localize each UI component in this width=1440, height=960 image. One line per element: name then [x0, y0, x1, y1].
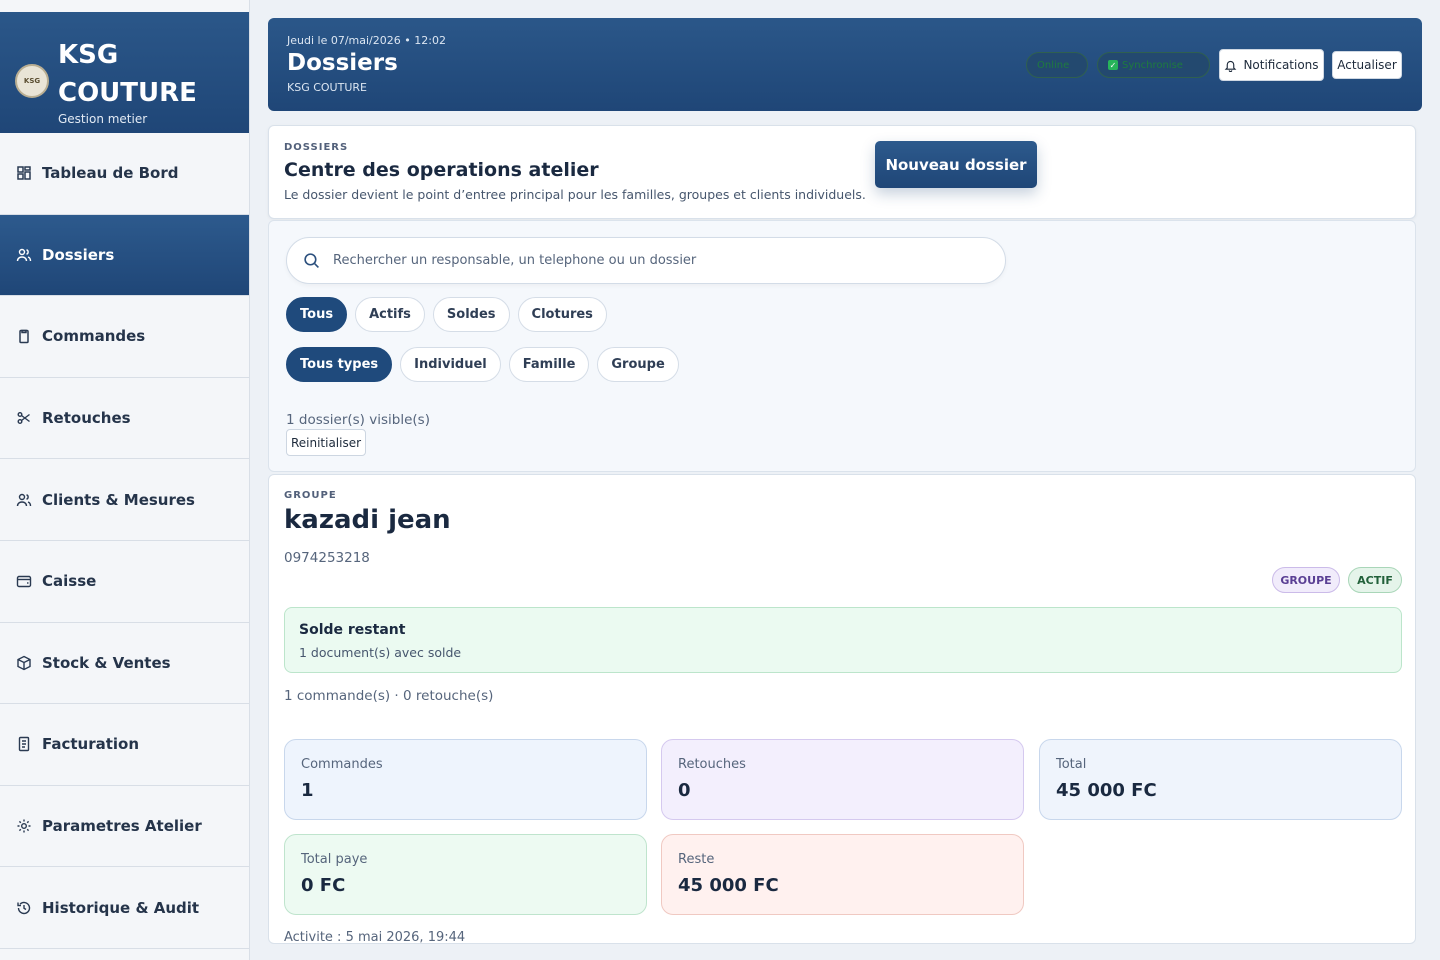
brand-subtitle: Gestion metier	[58, 112, 148, 126]
sidebar-item-label: Clients & Mesures	[42, 490, 195, 509]
stat-retouches: Retouches 0	[661, 739, 1024, 820]
stat-value: 45 000 FC	[1056, 780, 1157, 801]
chip-tous-types[interactable]: Tous types	[286, 347, 393, 382]
status-badge: ACTIF	[1348, 567, 1402, 593]
sidebar-item-commandes[interactable]: Commandes	[0, 296, 249, 378]
clipboard-icon	[16, 328, 32, 344]
sidebar-item-stock-ventes[interactable]: Stock & Ventes	[0, 623, 249, 705]
sidebar-item-label: Facturation	[42, 735, 140, 754]
sidebar-item-parametres-atelier[interactable]: Parametres Atelier	[0, 786, 249, 868]
refresh-button[interactable]: Actualiser	[1332, 51, 1402, 79]
status-filter-chips: Tous Actifs Soldes Clotures	[286, 297, 607, 332]
brand-logo-text: KSG	[23, 77, 41, 85]
chip-soldes[interactable]: Soldes	[432, 297, 510, 332]
chip-actifs[interactable]: Actifs	[355, 297, 425, 332]
stat-value: 45 000 FC	[678, 875, 779, 896]
sidebar-item-label: Dossiers	[42, 245, 115, 264]
type-filter-chips: Tous types Individuel Famille Groupe	[286, 347, 679, 382]
scissors-icon	[16, 410, 32, 426]
brand-panel: KSG KSG COUTURE Gestion metier	[0, 12, 249, 133]
users-icon	[16, 247, 32, 263]
search-box	[286, 237, 1006, 284]
chip-groupe[interactable]: Groupe	[597, 347, 679, 382]
dossier-name: kazadi jean	[284, 505, 451, 535]
bell-icon	[1225, 60, 1237, 72]
stat-reste: Reste 45 000 FC	[661, 834, 1024, 915]
stat-label: Total paye	[301, 852, 368, 867]
chip-famille[interactable]: Famille	[508, 347, 590, 382]
check-icon: ✓	[1108, 60, 1118, 70]
type-badge: GROUPE	[1272, 567, 1340, 593]
stat-commandes: Commandes 1	[284, 739, 647, 820]
dossier-card[interactable]: GROUPE kazadi jean 0974253218 GROUPE ACT…	[268, 474, 1416, 944]
section-kicker: DOSSIERS	[284, 142, 349, 153]
sidebar-item-label: Caisse	[42, 572, 97, 591]
online-status-label: Online	[1037, 59, 1070, 71]
stat-label: Retouches	[678, 757, 746, 772]
sidebar: KSG KSG COUTURE Gestion metier Tableau d…	[0, 0, 250, 960]
section-description: Le dossier devient le point d’entree pri…	[284, 187, 866, 202]
sidebar-item-tableau-de-bord[interactable]: Tableau de Bord	[0, 133, 249, 215]
sync-status-label: Synchronise	[1122, 59, 1183, 71]
search-input[interactable]	[333, 253, 983, 268]
page-header: Jeudi le 07/mai/2026 • 12:02 Dossiers KS…	[268, 18, 1422, 111]
stat-total: Total 45 000 FC	[1039, 739, 1402, 820]
notifications-label: Notifications	[1243, 58, 1319, 72]
sidebar-item-label: Tableau de Bord	[42, 164, 179, 183]
reset-button[interactable]: Reinitialiser	[286, 429, 366, 456]
dossier-counts: 1 commande(s) · 0 retouche(s)	[284, 688, 494, 704]
stat-value: 1	[301, 780, 314, 801]
gear-icon	[16, 818, 32, 834]
sidebar-item-label: Historique & Audit	[42, 898, 200, 917]
sidebar-item-historique-audit[interactable]: Historique & Audit	[0, 867, 249, 949]
solde-alert: Solde restant 1 document(s) avec solde	[284, 607, 1402, 673]
sidebar-item-label: Commandes	[42, 327, 146, 346]
solde-title: Solde restant	[299, 622, 406, 638]
operations-panel: DOSSIERS Centre des operations atelier L…	[268, 125, 1416, 219]
sidebar-item-label: Stock & Ventes	[42, 653, 171, 672]
box-icon	[16, 655, 32, 671]
header-date: Jeudi le 07/mai/2026 • 12:02	[287, 34, 446, 47]
sidebar-item-caisse[interactable]: Caisse	[0, 541, 249, 623]
sidebar-nav: Tableau de Bord Dossiers Commandes Retou…	[0, 133, 249, 949]
dossier-phone: 0974253218	[284, 550, 370, 566]
stat-value: 0	[678, 780, 691, 801]
sidebar-item-retouches[interactable]: Retouches	[0, 378, 249, 460]
stat-label: Total	[1056, 757, 1087, 772]
activity-timestamp: Activite : 5 mai 2026, 19:44	[284, 930, 466, 944]
page-title: Dossiers	[287, 50, 398, 76]
invoice-icon	[16, 736, 32, 752]
sidebar-item-clients-mesures[interactable]: Clients & Mesures	[0, 459, 249, 541]
wallet-icon	[16, 573, 32, 589]
solde-subtitle: 1 document(s) avec solde	[299, 645, 462, 660]
history-icon	[16, 900, 32, 916]
sidebar-item-label: Parametres Atelier	[42, 817, 202, 836]
users-icon	[16, 492, 32, 508]
chip-tous[interactable]: Tous	[286, 297, 348, 332]
section-title: Centre des operations atelier	[284, 159, 599, 181]
dashboard-icon	[16, 165, 32, 181]
brand-title: KSG COUTURE	[58, 40, 197, 108]
header-subtitle: KSG COUTURE	[287, 81, 367, 94]
dossier-type-kicker: GROUPE	[284, 490, 337, 501]
new-dossier-button[interactable]: Nouveau dossier	[875, 141, 1037, 188]
stat-total-paye: Total paye 0 FC	[284, 834, 647, 915]
stat-label: Commandes	[301, 757, 383, 772]
online-status-badge: Online	[1026, 52, 1088, 78]
search-icon	[304, 253, 319, 268]
stat-value: 0 FC	[301, 875, 346, 896]
sidebar-item-facturation[interactable]: Facturation	[0, 704, 249, 786]
sidebar-item-label: Retouches	[42, 409, 131, 428]
chip-clotures[interactable]: Clotures	[517, 297, 607, 332]
brand-logo: KSG	[15, 64, 49, 98]
sidebar-item-dossiers[interactable]: Dossiers	[0, 214, 249, 297]
notifications-button[interactable]: Notifications	[1219, 49, 1324, 81]
sync-status-badge: ✓ Synchronise	[1097, 52, 1210, 78]
stat-label: Reste	[678, 852, 715, 867]
visible-count: 1 dossier(s) visible(s)	[286, 412, 430, 428]
filter-panel: Tous Actifs Soldes Clotures Tous types I…	[268, 220, 1416, 472]
chip-individuel[interactable]: Individuel	[400, 347, 501, 382]
